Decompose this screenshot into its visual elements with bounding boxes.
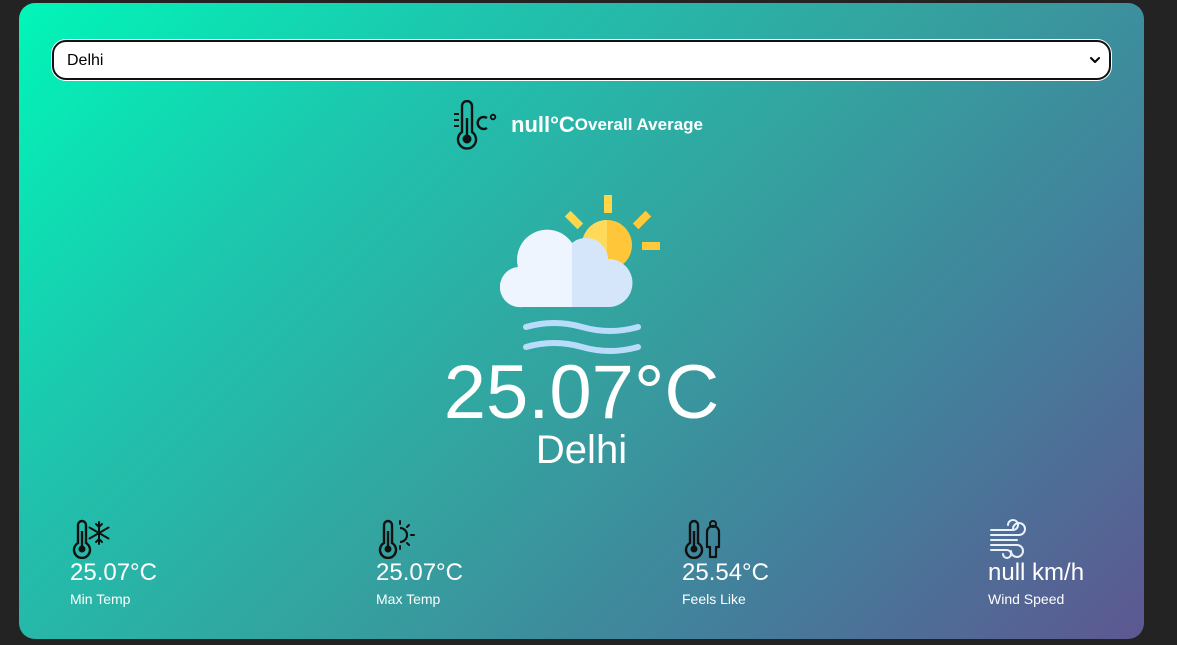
overall-average-value: null°C bbox=[511, 112, 575, 137]
max-temp-stat: 25.07°C Max Temp bbox=[376, 519, 463, 608]
thermometer-cold-icon bbox=[72, 519, 110, 559]
city-select-value: Delhi bbox=[67, 52, 104, 69]
min-temp-stat: 25.07°C Min Temp bbox=[70, 519, 157, 608]
feels-like-value: 25.54°C bbox=[682, 559, 769, 586]
thermometer-person-icon bbox=[684, 519, 721, 559]
city-name: Delhi bbox=[535, 428, 628, 472]
wind-icon bbox=[990, 519, 1026, 559]
city-select[interactable]: Delhi bbox=[52, 40, 1111, 80]
min-temp-value: 25.07°C bbox=[70, 559, 157, 586]
min-temp-label: Min Temp bbox=[70, 591, 131, 607]
thermometer-celsius-icon bbox=[454, 100, 497, 150]
max-temp-label: Max Temp bbox=[376, 591, 441, 607]
wind-speed-value: null km/h bbox=[988, 559, 1085, 586]
overall-average: null°C Overall Average bbox=[449, 99, 703, 151]
partly-cloudy-haze-icon bbox=[500, 195, 660, 354]
thermometer-hot-icon bbox=[378, 519, 415, 559]
wind-speed-label: Wind Speed bbox=[988, 591, 1065, 607]
weather-card: Delhi null°C Overall Average 25.07°C Del… bbox=[19, 3, 1144, 639]
feels-like-stat: 25.54°C Feels Like bbox=[682, 519, 769, 608]
wind-speed-stat: null km/h Wind Speed bbox=[988, 519, 1084, 608]
overall-average-label: Overall Average bbox=[574, 115, 704, 134]
max-temp-value: 25.07°C bbox=[376, 559, 463, 586]
chevron-down-icon bbox=[1090, 57, 1100, 63]
current-temperature: 25.07°C bbox=[443, 350, 720, 435]
feels-like-label: Feels Like bbox=[682, 591, 746, 607]
